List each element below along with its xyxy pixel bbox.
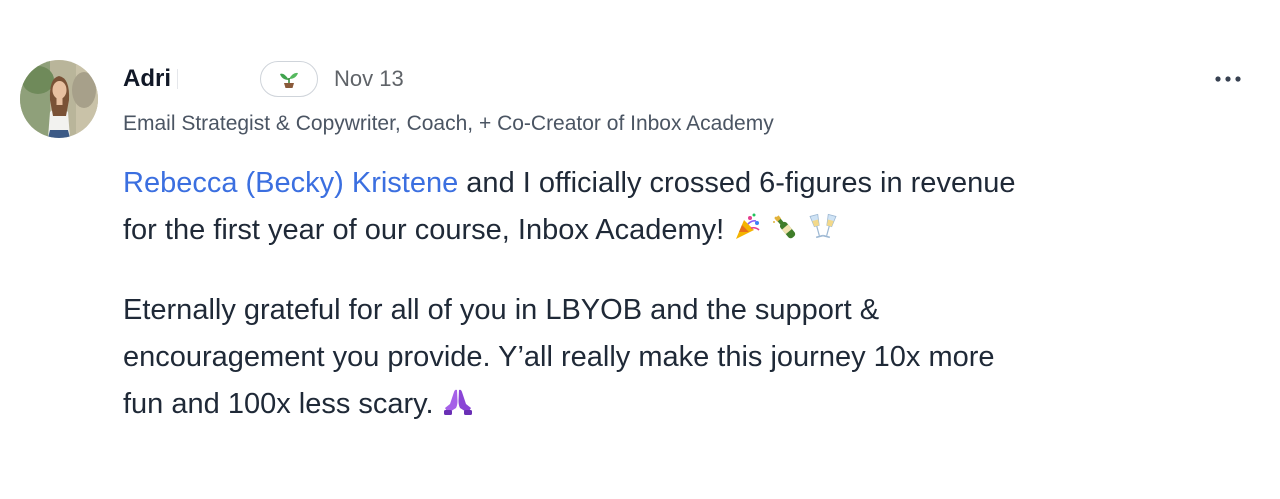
post-text: Eternally grateful for all of you in LBY…: [123, 294, 880, 326]
post-card: Adri Nov 13 Email Strategist & Copywrite…: [0, 0, 1280, 499]
post-text: and I officially crossed 6-figures in re…: [458, 167, 1016, 199]
sprout-icon: [280, 72, 298, 88]
post-text: for the first year of our course, Inbox …: [123, 214, 725, 246]
post-header: Adri Nov 13: [123, 58, 404, 100]
author-name[interactable]: Adri: [123, 65, 171, 93]
post-paragraph: Eternally grateful for all of you in LBY…: [123, 287, 1203, 431]
post-text: encouragement you provide. Y’all really …: [123, 341, 995, 373]
clinking-glasses-icon: [808, 210, 838, 257]
post-paragraph: Rebecca (Becky) Kristene and I officiall…: [123, 160, 1203, 257]
folded-hands-icon: [442, 384, 474, 431]
champagne-bottle-icon: [770, 210, 800, 257]
name-divider: [177, 69, 178, 89]
avatar-photo: [20, 60, 98, 138]
more-horizontal-icon: [1215, 76, 1241, 82]
user-mention-link[interactable]: Rebecca (Becky) Kristene: [123, 167, 458, 199]
post-date[interactable]: Nov 13: [334, 66, 404, 92]
post-text: fun and 100x less scary.: [123, 388, 434, 420]
level-badge[interactable]: [260, 61, 318, 97]
author-avatar[interactable]: [20, 60, 98, 138]
party-popper-icon: [732, 210, 762, 257]
more-options-button[interactable]: [1212, 66, 1244, 92]
post-body: Rebecca (Becky) Kristene and I officiall…: [123, 160, 1203, 431]
author-title: Email Strategist & Copywriter, Coach, + …: [123, 112, 774, 135]
